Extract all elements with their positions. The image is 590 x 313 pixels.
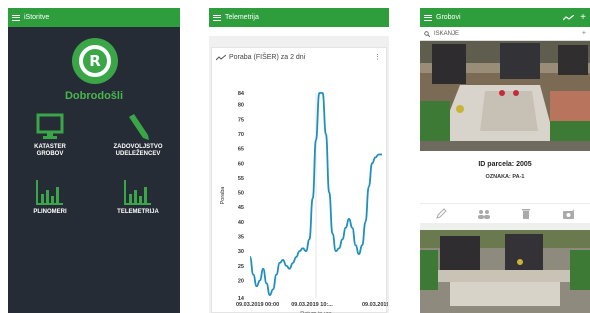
monitor-icon xyxy=(36,113,64,139)
y-tick-label: 75 xyxy=(238,117,244,123)
x-tick-label: 09.03.2019 10:... xyxy=(291,302,333,308)
y-tick-label: 80 xyxy=(238,103,244,109)
telemetry-screen: Telemetrija 14 20 25 30 35 40 45 50 55 60 65 70 75 80… xyxy=(209,8,389,313)
tile-label: KATASTER xyxy=(34,144,66,150)
sub-header xyxy=(209,27,389,36)
tile-label: PLINOMERI xyxy=(33,209,67,215)
bar-chart-icon xyxy=(36,180,63,205)
tile-label-2: GROBOV xyxy=(36,151,64,157)
svg-text:+: + xyxy=(572,208,575,214)
more-menu-icon[interactable]: ⋮ xyxy=(374,53,381,61)
chart-card: 14 20 25 30 35 40 45 50 55 60 65 70 75 80 84 Poraba 09.0… xyxy=(211,47,388,313)
tile-label: TELEMETRIJA xyxy=(117,209,159,215)
y-tick-label: 55 xyxy=(238,176,244,182)
grave-info-card[interactable]: ID parcela: 2005 OZNAKA: PA-1 xyxy=(420,151,590,203)
menu-icon[interactable] xyxy=(213,14,221,21)
grave-image xyxy=(420,41,590,151)
y-tick-label: 84 xyxy=(238,91,245,97)
grave-photo xyxy=(420,41,590,151)
y-tick-label: 30 xyxy=(238,249,244,255)
add-photo-icon[interactable]: + xyxy=(562,208,576,220)
pen-icon xyxy=(129,114,149,140)
y-tick-label: 20 xyxy=(238,278,244,284)
y-tick-label: 65 xyxy=(238,147,244,153)
search-icon xyxy=(424,30,430,37)
y-tick-label: 70 xyxy=(238,132,244,138)
y-tick-label: 25 xyxy=(238,264,244,270)
clear-icon[interactable]: + xyxy=(582,30,586,37)
people-icon[interactable] xyxy=(477,208,491,220)
grave-photo-2 xyxy=(420,230,590,313)
app-logo: R xyxy=(72,38,118,84)
bar-chart-icon xyxy=(124,180,151,205)
line-chart: 142025303540455055606570758084Poraba09.0… xyxy=(220,91,388,313)
trend-icon xyxy=(216,54,226,60)
chart-title: Poraba (FIŠER) za 2 dni xyxy=(216,54,305,61)
tile-plinomeri[interactable]: PLINOMERI xyxy=(10,178,90,216)
tile-kataster-grobov[interactable]: KATASTER GROBOV xyxy=(10,113,90,158)
app-title: Telemetrija xyxy=(225,14,259,21)
search-input[interactable]: ISKANJE xyxy=(434,31,582,37)
y-tick-label: 35 xyxy=(238,235,244,241)
search-bar[interactable]: ISKANJE + xyxy=(420,27,590,41)
grave-image-2 xyxy=(420,230,590,313)
edit-icon[interactable] xyxy=(434,207,448,220)
menu-icon[interactable] xyxy=(12,14,20,21)
add-icon[interactable]: + xyxy=(580,12,586,23)
menu-icon[interactable] xyxy=(424,14,432,21)
tile-label-2: UDELEŽENCEV xyxy=(115,151,161,157)
app-bar: Telemetrija xyxy=(209,8,389,27)
chart-title-text: Poraba (FIŠER) za 2 dni xyxy=(229,54,306,61)
y-tick-label: 40 xyxy=(238,220,244,226)
app-bar: iStoritve xyxy=(8,8,180,27)
home-screen: iStoritve R Dobrodošli KATASTER GROBOV Z… xyxy=(8,8,180,313)
trash-icon[interactable] xyxy=(519,208,533,220)
card-actions: + xyxy=(420,203,590,223)
app-bar: Grobovi + xyxy=(420,8,590,27)
graves-screen: Grobovi + ISKANJE + ID parcela: 2005 OZN… xyxy=(420,8,590,313)
y-tick-label: 60 xyxy=(238,161,244,167)
y-tick-label: 45 xyxy=(238,205,244,211)
y-tick-label: 50 xyxy=(238,191,244,197)
welcome-text: Dobrodošli xyxy=(64,90,124,102)
trend-icon[interactable] xyxy=(563,14,575,21)
y-axis-label: Poraba xyxy=(220,186,226,205)
tile-label: ZADOVOLJSTVO xyxy=(113,144,163,150)
x-tick-label: 09.03.2019 00:00 xyxy=(236,302,279,308)
tile-telemetrija[interactable]: TELEMETRIJA xyxy=(98,178,178,216)
app-title: iStoritve xyxy=(24,14,50,21)
x-tick-label: 09.03.2019 1 xyxy=(362,302,388,308)
oznaka-label: OZNAKA: PA-1 xyxy=(485,174,525,180)
parcel-id: ID parcela: 2005 xyxy=(478,161,532,168)
app-title: Grobovi xyxy=(436,14,461,21)
tile-zadovoljstvo[interactable]: ZADOVOLJSTVO UDELEŽENCEV xyxy=(98,113,178,158)
